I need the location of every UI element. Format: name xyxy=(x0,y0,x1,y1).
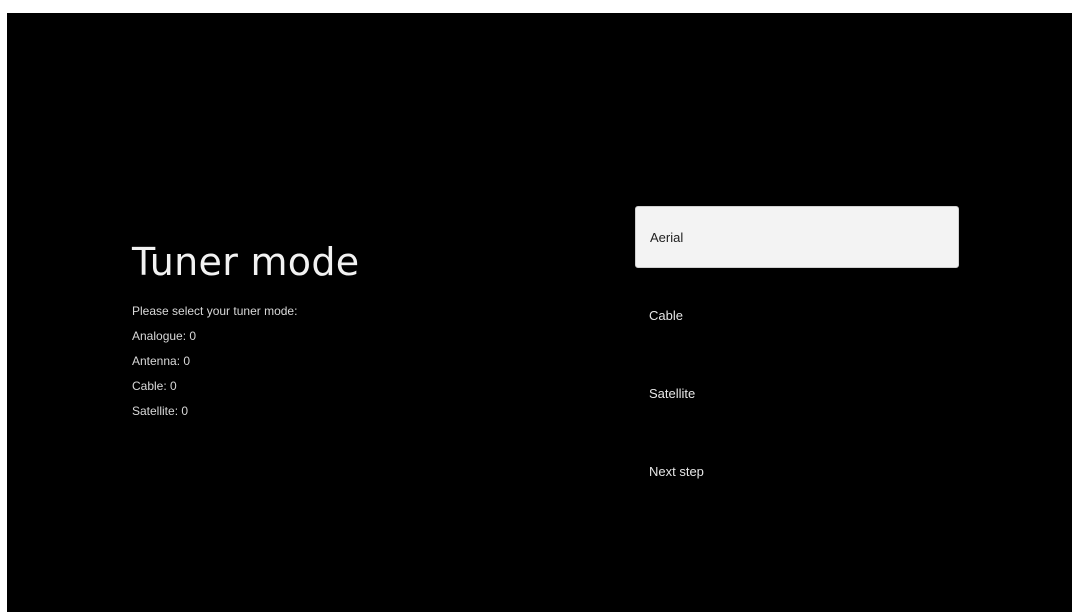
option-cable-label: Cable xyxy=(649,307,683,323)
option-cable[interactable]: Cable xyxy=(635,284,959,346)
analogue-count: Analogue: 0 xyxy=(132,329,197,343)
option-satellite-label: Satellite xyxy=(649,385,696,401)
tuner-options-list: Aerial Cable Satellite Next step xyxy=(635,206,959,518)
antenna-count: Antenna: 0 xyxy=(132,354,191,368)
option-next-step[interactable]: Next step xyxy=(635,440,959,502)
option-next-step-label: Next step xyxy=(649,463,704,479)
satellite-count: Satellite: 0 xyxy=(132,404,189,418)
option-aerial-label: Aerial xyxy=(650,229,684,245)
tv-screen: Tuner mode Please select your tuner mode… xyxy=(7,13,1072,612)
info-panel: Tuner mode Please select your tuner mode… xyxy=(132,239,552,428)
page-title: Tuner mode xyxy=(132,240,360,284)
option-satellite[interactable]: Satellite xyxy=(635,362,959,424)
tuner-prompt: Please select your tuner mode: xyxy=(132,304,298,318)
cable-count: Cable: 0 xyxy=(132,379,177,393)
option-aerial[interactable]: Aerial xyxy=(635,206,959,268)
